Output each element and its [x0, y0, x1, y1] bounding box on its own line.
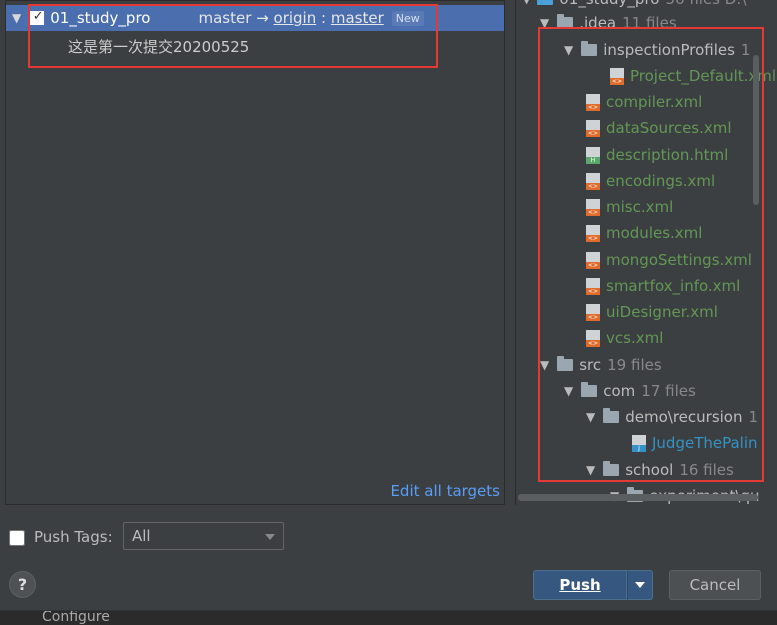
help-button[interactable]: ?: [9, 571, 36, 598]
annotation-box-commit: [28, 4, 438, 68]
tree-root-label: 01_study_pro: [559, 0, 659, 8]
push-button-label: Push: [559, 576, 601, 594]
expand-triangle-icon[interactable]: ▼: [522, 0, 531, 6]
tree-horizontal-scrollbar[interactable]: [518, 494, 758, 501]
chevron-down-icon: [635, 582, 645, 588]
tree-root[interactable]: ▼ 01_study_pro 56 files D:\: [522, 0, 746, 11]
expand-triangle-icon[interactable]: ▼: [12, 11, 21, 25]
status-text: Configure: [42, 610, 110, 625]
push-options-dropdown[interactable]: [627, 570, 653, 600]
push-commits-panel: ▼ ✓ 01_study_pro master → origin : maste…: [5, 0, 505, 505]
annotation-box-files: [538, 27, 764, 482]
push-tags-checkbox[interactable]: [9, 530, 25, 546]
module-folder-icon: [537, 0, 554, 5]
push-tags-select[interactable]: All: [123, 522, 284, 550]
push-tags-label: Push Tags:: [34, 528, 113, 546]
cancel-button[interactable]: Cancel: [669, 570, 761, 600]
chevron-down-icon: [265, 534, 275, 540]
tree-root-meta: 56 files D:\: [665, 0, 746, 8]
push-tags-select-value: All: [132, 527, 151, 545]
push-button[interactable]: Push: [533, 570, 627, 600]
edit-all-targets-link[interactable]: Edit all targets: [390, 482, 500, 500]
status-strip: Configure: [0, 610, 777, 625]
